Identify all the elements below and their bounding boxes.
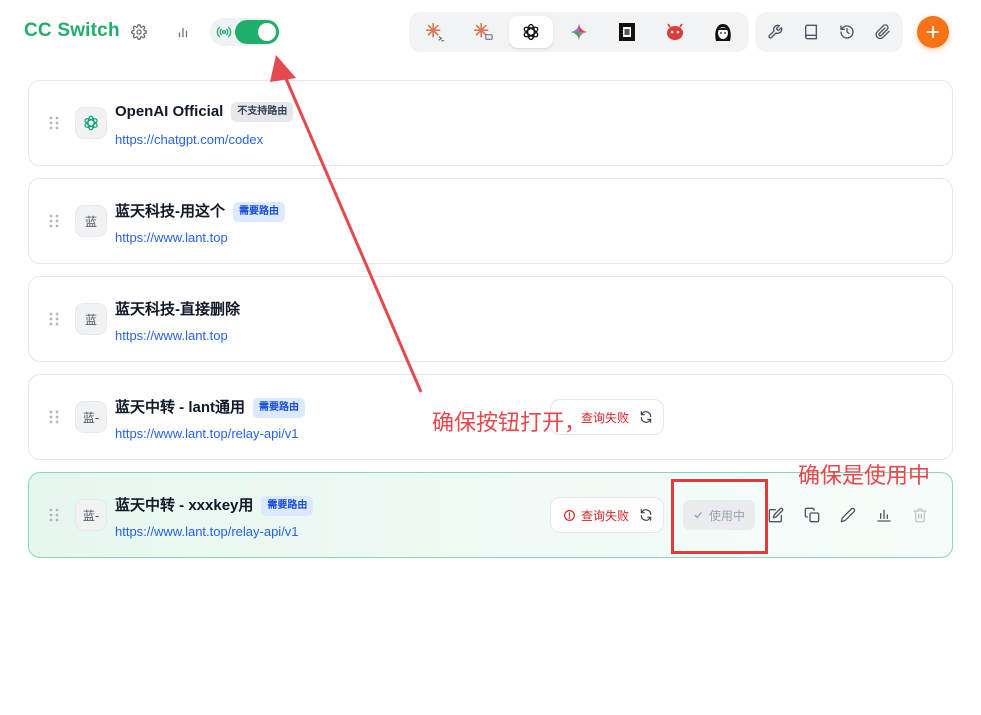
drag-handle-icon[interactable]: [49, 507, 59, 523]
annotation-highlight-box: [671, 479, 768, 554]
app-title: CC Switch: [24, 20, 120, 41]
provider-name: 蓝天科技-直接删除: [115, 301, 240, 318]
app-opencode[interactable]: [605, 16, 649, 48]
signal-icon: [216, 24, 232, 40]
red-blob-icon: [667, 23, 683, 40]
trash-icon[interactable]: [911, 506, 929, 524]
avatar-girl-icon: [715, 24, 731, 41]
tool-bar: [755, 12, 903, 52]
provider-name-row: 蓝天中转 - xxxkey用 需要路由: [115, 494, 314, 516]
provider-name-row: 蓝天科技-用这个 需要路由: [115, 200, 285, 222]
provider-initial-icon: 蓝-: [75, 499, 107, 531]
provider-name-row: 蓝天科技-直接删除: [115, 298, 240, 319]
provider-url-link[interactable]: https://chatgpt.com/codex: [115, 132, 263, 147]
bar-chart-icon[interactable]: [875, 506, 893, 524]
provider-card[interactable]: 蓝蓝天科技-用这个 需要路由 https://www.lant.top: [28, 178, 953, 264]
openai-icon: [75, 107, 107, 139]
history-icon[interactable]: [837, 22, 857, 42]
copy-icon[interactable]: [803, 506, 821, 524]
provider-url-link[interactable]: https://www.lant.top: [115, 328, 228, 343]
provider-card[interactable]: OpenAI Official 不支持路由 https://chatgpt.com/…: [28, 80, 953, 166]
refresh-icon[interactable]: [639, 508, 653, 522]
add-provider-button[interactable]: [917, 16, 949, 48]
claude-terminal-icon: [425, 22, 445, 42]
app-switcher: [409, 12, 749, 52]
app-claude-desktop[interactable]: [461, 16, 505, 48]
provider-name: OpenAI Official: [115, 103, 224, 120]
provider-url-link[interactable]: https://www.lant.top/relay-api/v1: [115, 426, 299, 441]
provider-initial-icon: 蓝: [75, 303, 107, 335]
provider-name: 蓝天科技-用这个: [115, 203, 225, 220]
openai-icon: [523, 23, 539, 41]
drag-handle-icon[interactable]: [49, 115, 59, 131]
top-header: CC Switch: [0, 0, 981, 64]
annotation-in-use-note: 确保是使用中: [798, 464, 931, 489]
drag-handle-icon[interactable]: [49, 213, 59, 229]
provider-name: 蓝天中转 - lant通用: [115, 399, 245, 416]
provider-name-row: 蓝天中转 - lant通用 需要路由: [115, 396, 305, 418]
drag-handle-icon[interactable]: [49, 409, 59, 425]
app-codex[interactable]: [509, 16, 553, 48]
drag-handle-icon[interactable]: [49, 311, 59, 327]
paperclip-icon[interactable]: [873, 22, 893, 42]
wrench-icon[interactable]: [765, 22, 785, 42]
settings-gear-icon[interactable]: [129, 22, 149, 42]
provider-url-link[interactable]: https://www.lant.top/relay-api/v1: [115, 524, 299, 539]
routing-badge: 需要路由: [233, 202, 285, 222]
pencil-icon[interactable]: [839, 506, 857, 524]
refresh-icon[interactable]: [639, 410, 653, 424]
app-avatar[interactable]: [701, 16, 745, 48]
routing-badge: 需要路由: [253, 398, 305, 418]
query-status-text: 查询失败: [581, 410, 630, 425]
provider-initial-icon: 蓝: [75, 205, 107, 237]
provider-name-row: OpenAI Official 不支持路由: [115, 102, 294, 122]
alert-circle-icon: [563, 509, 576, 522]
annotation-toggle-note: 确保按钮打开，: [432, 411, 587, 436]
edit-icon[interactable]: [767, 506, 785, 524]
plus-icon: [926, 25, 940, 39]
gemini-icon: [570, 23, 588, 41]
routing-badge: 不支持路由: [231, 102, 294, 122]
provider-name: 蓝天中转 - xxxkey用: [115, 497, 254, 514]
claude-desktop-icon: [473, 22, 493, 40]
book-icon[interactable]: [801, 22, 821, 42]
provider-initial-icon: 蓝-: [75, 401, 107, 433]
routing-badge: 需要路由: [261, 496, 314, 516]
bar-chart-icon[interactable]: [173, 22, 193, 42]
query-status-text: 查询失败: [581, 508, 630, 523]
app-claude-code[interactable]: [413, 16, 457, 48]
opencode-icon: [619, 23, 635, 41]
provider-url-link[interactable]: https://www.lant.top: [115, 230, 228, 245]
usage-query-status[interactable]: 查询失败: [550, 497, 665, 533]
toggle-knob: [258, 23, 276, 41]
app-gemini[interactable]: [557, 16, 601, 48]
proxy-toggle-switch[interactable]: [235, 20, 279, 44]
app-window: CC Switch OpenAI Official 不支持路由 https://…: [0, 0, 981, 715]
proxy-toggle-group: [210, 18, 280, 46]
provider-card[interactable]: 蓝蓝天科技-直接删除 https://www.lant.top: [28, 276, 953, 362]
app-red[interactable]: [653, 16, 697, 48]
